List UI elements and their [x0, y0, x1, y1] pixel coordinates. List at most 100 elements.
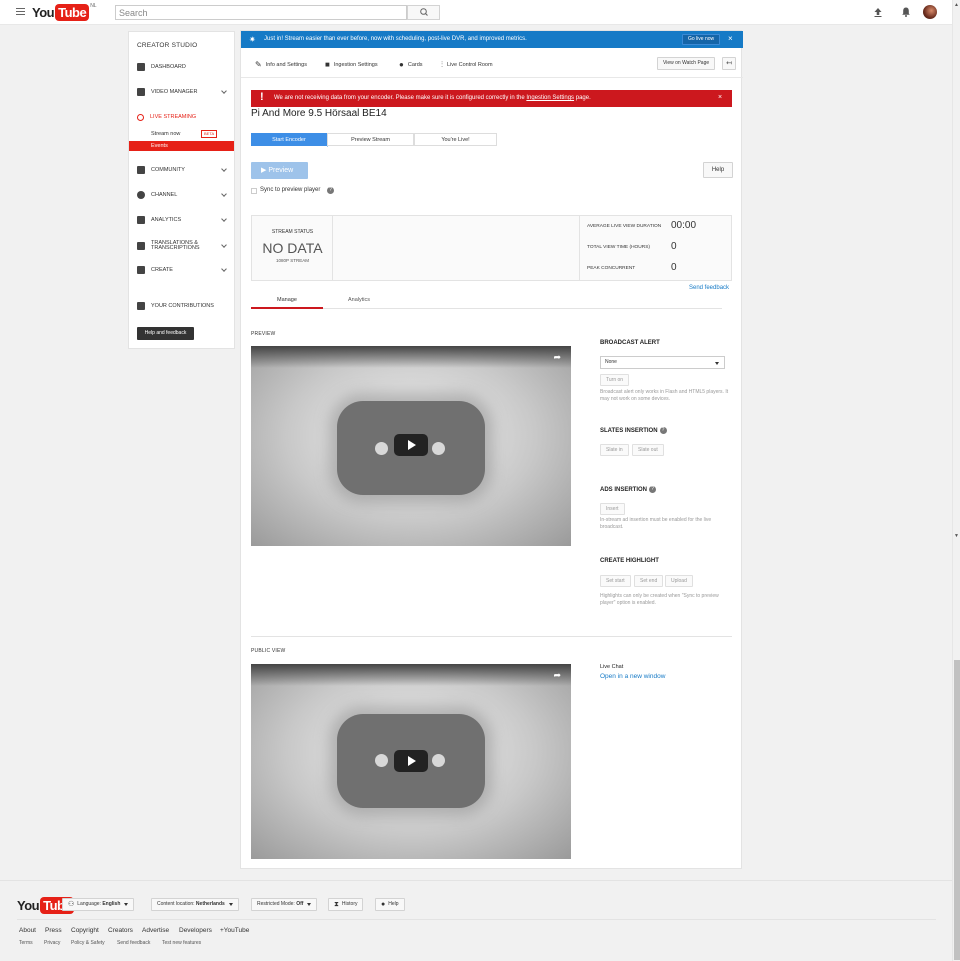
sidebar-item-channel[interactable]: CHANNEL: [129, 189, 234, 201]
bell-icon[interactable]: [900, 6, 912, 18]
send-feedback-link[interactable]: Send feedback: [689, 285, 729, 291]
preview-label: PREVIEW: [251, 331, 276, 337]
share-icon[interactable]: ➦: [553, 352, 561, 363]
slate-out-button[interactable]: Slate out: [632, 444, 664, 456]
sidebar-item-create[interactable]: CREATE: [129, 264, 234, 276]
ads-insertion-note: In-stream ad insertion must be enabled f…: [600, 517, 712, 530]
go-live-now-button[interactable]: Go live now: [682, 34, 721, 45]
sidebar-item-translations[interactable]: TRANSLATIONS & TRANSCRIPTIONS: [129, 238, 234, 254]
upload-icon[interactable]: [872, 6, 884, 18]
footer-link-terms[interactable]: Terms: [19, 940, 33, 946]
upload-button[interactable]: Upload: [665, 575, 693, 587]
tab-analytics[interactable]: Analytics: [348, 297, 370, 303]
scrollbar[interactable]: ▲ ▼: [952, 0, 960, 961]
footer-link-developers[interactable]: Developers: [179, 927, 212, 934]
pencil-icon: ✎: [255, 60, 262, 69]
preview-button[interactable]: ▶ Preview: [251, 162, 308, 179]
broadcast-alert-title: BROADCAST ALERT: [600, 340, 660, 346]
help-icon: ●: [381, 901, 386, 908]
play-icon[interactable]: [394, 434, 428, 456]
footer-link-about[interactable]: About: [19, 927, 36, 934]
footer-link-test-new-features[interactable]: Test new features: [162, 940, 201, 946]
content-location-button[interactable]: Content location: Netherlands: [151, 898, 239, 911]
slate-in-button[interactable]: Slate in: [600, 444, 629, 456]
open-in-new-window-link[interactable]: Open in a new window: [600, 673, 665, 680]
footer-link-copyright[interactable]: Copyright: [71, 927, 99, 934]
set-start-button[interactable]: Set start: [600, 575, 631, 587]
ingestion-settings-tab[interactable]: ■ Ingestion Settings: [325, 60, 378, 69]
play-icon[interactable]: [394, 750, 428, 772]
sidebar-item-dashboard[interactable]: DASHBOARD: [129, 61, 234, 73]
translate-icon: [137, 242, 145, 250]
sync-checkbox[interactable]: [251, 188, 257, 194]
chevron-down-icon: [221, 216, 227, 222]
chevron-down-icon: [221, 242, 227, 248]
footer-link-advertise[interactable]: Advertise: [142, 927, 169, 934]
footer-link-privacy[interactable]: Privacy: [44, 940, 60, 946]
sidebar-item-your-contributions[interactable]: YOUR CONTRIBUTIONS: [129, 300, 234, 312]
set-end-button[interactable]: Set end: [634, 575, 664, 587]
close-icon[interactable]: ×: [718, 94, 722, 101]
sidebar-item-community[interactable]: COMMUNITY: [129, 164, 234, 176]
broadcast-alert-note: Broadcast alert only works in Flash and …: [600, 389, 729, 402]
cards-tab[interactable]: ● Cards: [399, 60, 423, 69]
help-button[interactable]: Help: [703, 162, 733, 178]
chevron-down-icon: [221, 191, 227, 197]
chevron-down-icon: [715, 362, 719, 365]
footer-link-send-feedback[interactable]: Send feedback: [117, 940, 150, 946]
close-icon[interactable]: ×: [728, 34, 733, 43]
info-settings-tab[interactable]: ✎ Info and Settings: [255, 60, 307, 69]
stream-resolution: 1080P STREAM: [276, 258, 309, 263]
footer-link-creators[interactable]: Creators: [108, 927, 133, 934]
sidebar-item-live-streaming[interactable]: LIVE STREAMING: [129, 111, 234, 123]
sidebar-sub-stream-now[interactable]: Stream now BETA: [129, 129, 234, 139]
sidebar-sub-events[interactable]: Events: [129, 141, 234, 151]
sliders-icon: ⫶: [441, 60, 443, 69]
sidebar-item-analytics[interactable]: ANALYTICS: [129, 214, 234, 226]
share-icon[interactable]: ➦: [553, 670, 561, 681]
turn-on-button[interactable]: Turn on: [600, 374, 630, 386]
stream-stats: AVERAGE LIVE VIEW DURATION 00:00 TOTAL V…: [579, 216, 732, 280]
creator-studio-sidebar: CREATOR STUDIO DASHBOARD VIDEO MANAGER L…: [128, 31, 235, 349]
footer-link-press[interactable]: Press: [45, 927, 62, 934]
footer-link-plus-youtube[interactable]: +YouTube: [220, 927, 249, 934]
search-button[interactable]: [407, 5, 440, 20]
info-icon: ●: [399, 60, 404, 69]
broadcast-alert-select[interactable]: None: [600, 356, 725, 369]
sidebar-item-video-manager[interactable]: VIDEO MANAGER: [129, 86, 234, 98]
announcement-banner: ✷ Just in! Stream easier than ever befor…: [241, 31, 743, 48]
tab-manage[interactable]: Manage: [277, 297, 297, 303]
question-icon[interactable]: ?: [327, 187, 334, 194]
footer-link-policy-safety[interactable]: Policy & Safety: [71, 940, 105, 946]
masthead: You Tube NL Search: [0, 0, 952, 25]
video-manager-icon: [137, 88, 145, 96]
public-player[interactable]: ➦: [251, 664, 571, 859]
create-highlight-note: Highlights can only be created when "Syn…: [600, 593, 719, 606]
history-button[interactable]: ⧗ History: [328, 898, 364, 911]
contributions-icon: [137, 302, 145, 310]
scroll-down-icon[interactable]: ▼: [954, 533, 959, 539]
ingestion-settings-link[interactable]: Ingestion Settings: [526, 95, 574, 101]
live-control-room-tab[interactable]: ⫶ Live Control Room: [441, 60, 493, 70]
preview-player[interactable]: ➦: [251, 346, 571, 546]
stream-steps: Start Encoder Preview Stream You're Live…: [251, 133, 497, 147]
search-input[interactable]: Search: [115, 5, 407, 20]
language-button[interactable]: ⚇ Language: English: [62, 898, 135, 911]
analytics-icon: [137, 216, 145, 224]
menu-icon[interactable]: [16, 8, 25, 16]
question-icon[interactable]: ?: [649, 486, 657, 493]
view-on-watch-page-button[interactable]: View on Watch Page: [657, 57, 716, 70]
main-panel: ✷ Just in! Stream easier than ever befor…: [240, 30, 743, 869]
footer-help-button[interactable]: ● Help: [375, 898, 405, 911]
restricted-mode-button[interactable]: Restricted Mode: Off: [251, 898, 318, 911]
question-icon[interactable]: ?: [659, 427, 667, 434]
insert-button[interactable]: Insert: [600, 503, 625, 515]
stream-title: Pi And More 9.5 Hörsaal BE14: [251, 108, 387, 119]
back-arrow-icon[interactable]: ↤: [722, 57, 736, 70]
help-and-feedback-button[interactable]: Help and feedback: [137, 327, 194, 340]
avatar[interactable]: [923, 5, 937, 19]
youtube-logo[interactable]: You Tube NL: [32, 3, 97, 21]
star-icon: ✷: [249, 35, 256, 44]
scroll-thumb[interactable]: [954, 660, 960, 960]
scroll-up-icon[interactable]: ▲: [954, 2, 959, 8]
